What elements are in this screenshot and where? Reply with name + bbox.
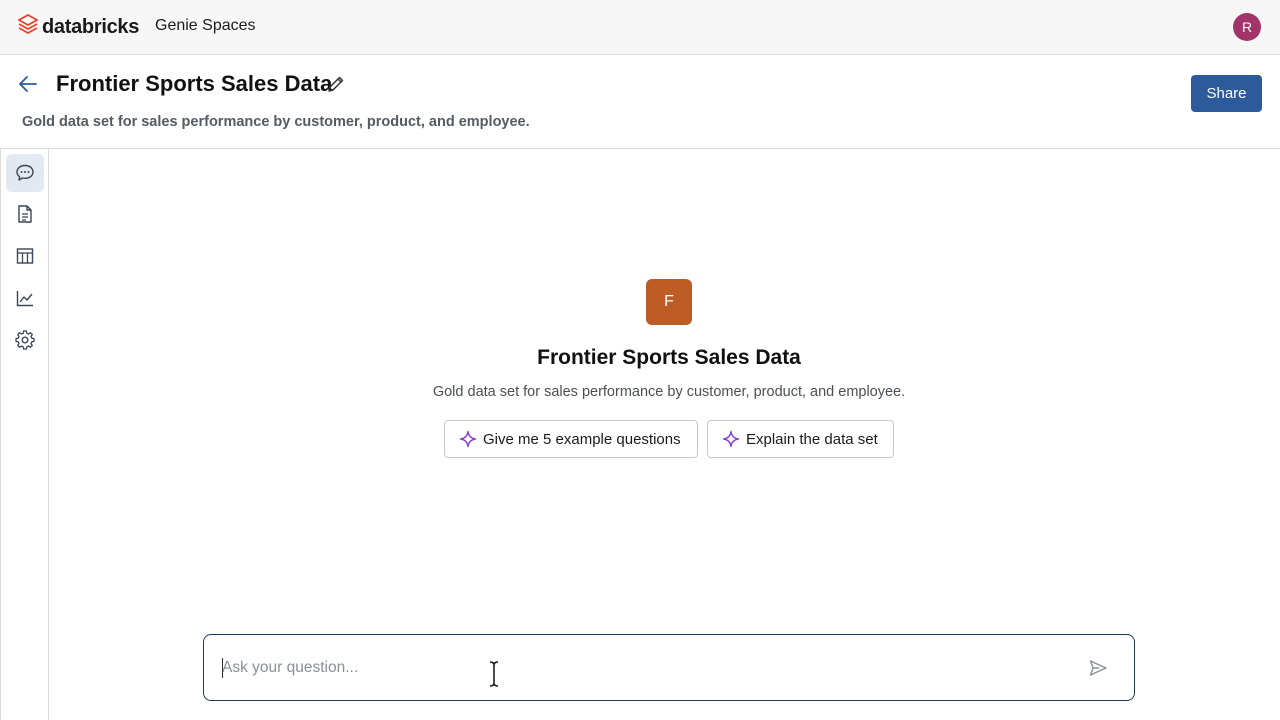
header-divider [0, 148, 1280, 149]
table-icon [16, 248, 34, 264]
sparkle-icon [722, 430, 740, 448]
databricks-logo[interactable]: databricks [17, 13, 140, 41]
document-icon [18, 205, 32, 223]
user-avatar[interactable]: R [1233, 13, 1261, 41]
suggestion-example-questions[interactable]: Give me 5 example questions [444, 420, 698, 458]
space-badge: F [646, 279, 692, 325]
question-input[interactable] [222, 656, 1062, 680]
sparkle-icon [459, 430, 477, 448]
ibeam-cursor-icon [489, 660, 499, 688]
suggestion-explain-data[interactable]: Explain the data set [707, 420, 894, 458]
back-button[interactable] [16, 72, 40, 96]
page-description: Gold data set for sales performance by c… [22, 114, 530, 130]
sidebar-item-instructions[interactable] [6, 195, 44, 233]
suggestion-label: Give me 5 example questions [483, 430, 681, 448]
space-description: Gold data set for sales performance by c… [432, 384, 906, 400]
edit-title-button[interactable] [325, 73, 347, 95]
text-caret [222, 658, 223, 678]
sidebar-item-chat[interactable] [6, 154, 44, 192]
sidebar-item-monitoring[interactable] [6, 279, 44, 317]
chart-icon [16, 291, 33, 307]
send-icon [1089, 660, 1107, 676]
share-button[interactable]: Share [1191, 75, 1262, 112]
sidebar [0, 149, 49, 720]
brand-name: databricks [42, 16, 140, 38]
page-title: Frontier Sports Sales Data [56, 71, 333, 96]
chat-icon [16, 164, 34, 181]
arrow-left-icon [19, 76, 37, 92]
databricks-logo-icon [17, 13, 39, 41]
pencil-icon [328, 76, 344, 92]
app-name[interactable]: Genie Spaces [155, 17, 256, 35]
question-composer [203, 634, 1135, 701]
sidebar-item-data[interactable] [6, 237, 44, 275]
space-title: Frontier Sports Sales Data [537, 346, 801, 369]
top-bar: databricks Genie Spaces R [0, 0, 1280, 55]
send-button[interactable] [1086, 656, 1110, 680]
suggestion-label: Explain the data set [746, 430, 878, 448]
